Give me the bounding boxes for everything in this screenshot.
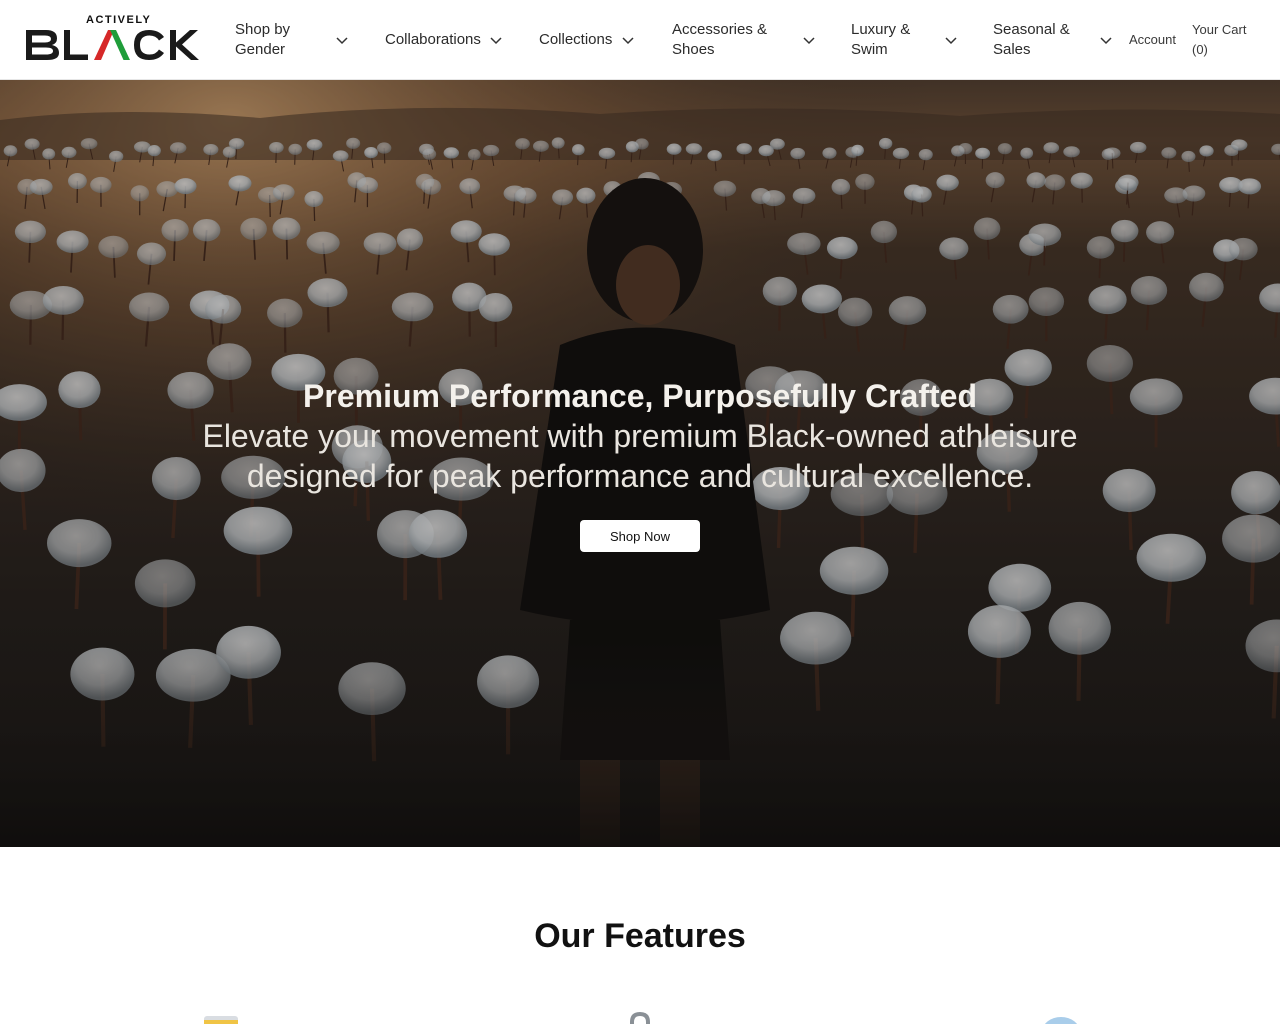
- account-link[interactable]: Account: [1129, 0, 1176, 80]
- chevron-down-icon[interactable]: [489, 0, 503, 80]
- nav-collaborations[interactable]: Collaborations: [385, 0, 481, 80]
- brand-tagline: ACTIVELY: [86, 14, 152, 26]
- nav-luxury-swim[interactable]: Luxury & Swim: [851, 0, 910, 80]
- cart-label: Your Cart (0): [1192, 22, 1247, 57]
- hero-title: Premium Performance, Purposefully Crafte…: [303, 378, 977, 414]
- nav-seasonal-sales[interactable]: Seasonal & Sales: [993, 0, 1070, 80]
- brand-wordmark: [26, 30, 199, 60]
- cart-link[interactable]: Your Cart (0): [1192, 0, 1246, 80]
- brand-logo[interactable]: ACTIVELY: [24, 14, 220, 64]
- site-header: ACTIVELY Shop by Gender Collaborations C…: [0, 0, 1280, 80]
- lock-icon: [620, 1008, 660, 1024]
- nav-collaborations-label: Collaborations: [385, 31, 481, 48]
- hero-subtitle: Elevate your movement with premium Black…: [202, 418, 1078, 494]
- nav-shop-by-gender-label: Shop by Gender: [235, 21, 291, 58]
- chevron-down-icon[interactable]: [944, 0, 958, 80]
- nav-seasonal-sales-label: Seasonal & Sales: [993, 21, 1070, 58]
- chevron-down-icon[interactable]: [621, 0, 635, 80]
- nav-collections[interactable]: Collections: [539, 0, 612, 80]
- nav-accessories-shoes-label: Accessories & Shoes: [672, 21, 768, 58]
- nav-collections-label: Collections: [539, 31, 613, 48]
- chevron-down-icon[interactable]: [1099, 0, 1113, 80]
- chevron-down-icon[interactable]: [802, 0, 816, 80]
- card-icon: [200, 1008, 240, 1024]
- chevron-down-icon[interactable]: [335, 0, 349, 80]
- chat-bubble-icon: [1040, 1008, 1080, 1024]
- nav-accessories-shoes[interactable]: Accessories & Shoes: [672, 0, 767, 80]
- nav-luxury-swim-label: Luxury & Swim: [851, 21, 911, 58]
- nav-shop-by-gender[interactable]: Shop by Gender: [235, 0, 290, 80]
- hero-banner: Premium Performance, Purposefully Crafte…: [0, 80, 1280, 847]
- features-heading: Our Features: [534, 917, 746, 955]
- shop-now-button[interactable]: Shop Now: [580, 520, 700, 552]
